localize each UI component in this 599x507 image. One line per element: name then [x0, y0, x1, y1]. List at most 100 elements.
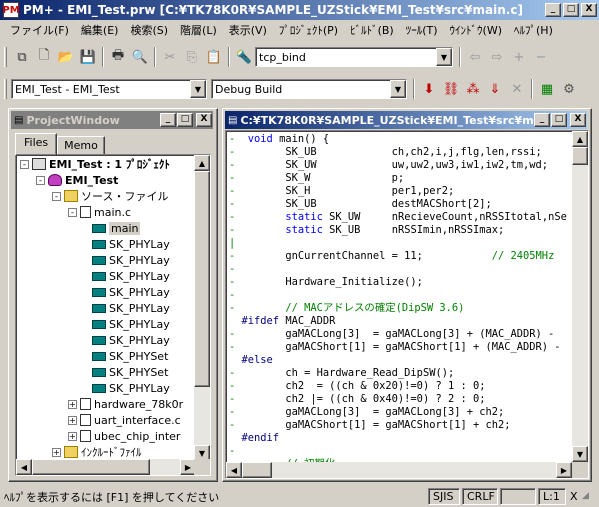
code-line[interactable]: - void main() {	[229, 133, 329, 146]
tree-item[interactable]: - main.c	[68, 204, 131, 220]
collapse-icon[interactable]: -	[20, 159, 29, 169]
code-line[interactable]: - Hardware_Initialize();	[229, 276, 423, 289]
editor-vscrollbar[interactable]: ▲ ▼	[572, 131, 588, 462]
menu-item-2[interactable]: 検索(S)	[124, 22, 174, 38]
code-line[interactable]: - ch2 |= ((ch & 0x40)!=0) ? 2 : 0;	[229, 393, 486, 406]
search-combo[interactable]: tcp_bind ▼	[255, 47, 453, 67]
tree-item[interactable]: SK_PHYLay	[92, 316, 170, 332]
project-tree[interactable]: - EMI_Test : 1 ﾌﾟﾛｼﾞｪｸﾄ - EMI_Test - ソース・ファイル…	[15, 154, 211, 476]
expand-icon[interactable]: +	[68, 431, 77, 441]
editor-maximize-button[interactable]: □	[551, 113, 567, 127]
scroll-right-icon[interactable]: ▶	[556, 462, 572, 478]
code-line[interactable]: - SK_UW uw,uw2,uw3,iw1,iw2,tm,wd;	[229, 159, 548, 172]
expand-icon[interactable]: +	[68, 399, 77, 409]
code-line[interactable]: - SK_UB ch,ch2,i,j,flg,len,rssi;	[229, 146, 542, 159]
new-file-icon[interactable]: 🗋	[33, 46, 55, 68]
compile-icon[interactable]: ⇓	[484, 78, 506, 100]
collapse-icon[interactable]: -	[36, 175, 45, 185]
code-line[interactable]: - gnCurrentChannel = 11; // 2405MHz	[229, 250, 554, 263]
tree-item[interactable]: SK_PHYLay	[92, 284, 170, 300]
tree-item[interactable]: + ｲﾝｸﾙｰﾄﾞﾌｧｲﾙ	[52, 444, 142, 460]
code-line[interactable]: - gaMACShort[1] = gaMACShort[1] + (MAC_A…	[229, 341, 561, 354]
tree-item[interactable]: SK_PHYLay	[92, 252, 170, 268]
add-icon[interactable]: +	[508, 46, 530, 68]
editor-vscroll-thumb[interactable]	[572, 147, 588, 165]
stop-build-icon[interactable]: ✕	[506, 78, 528, 100]
rebuild-icon[interactable]: ⛓	[440, 78, 462, 100]
back-icon[interactable]: ⇦	[464, 46, 486, 68]
code-line[interactable]: -	[229, 263, 248, 276]
code-line[interactable]: - SK_W p;	[229, 172, 404, 185]
code-line[interactable]: - gaMACLong[3] = gaMACLong[3] + ch2;	[229, 406, 504, 419]
close-button[interactable]: X	[581, 3, 597, 17]
chevron-down-icon[interactable]: ▼	[390, 80, 406, 98]
code-line[interactable]: #ifdef MAC_ADDR	[229, 315, 336, 328]
collapse-icon[interactable]: -	[52, 191, 61, 201]
new-project-icon[interactable]: ⧉	[11, 46, 33, 68]
build-all-icon[interactable]: ⁂	[462, 78, 484, 100]
build-combo[interactable]: Debug Build ▼	[211, 79, 407, 99]
code-line[interactable]: - SK_H per1,per2;	[229, 185, 454, 198]
save-icon[interactable]: 💾	[77, 46, 99, 68]
tab-files[interactable]: Files	[15, 133, 58, 155]
scroll-up-icon[interactable]: ▲	[572, 131, 588, 147]
scroll-down-icon[interactable]: ▼	[572, 446, 588, 462]
code-line[interactable]: -	[229, 289, 248, 302]
code-line[interactable]: |	[229, 237, 248, 250]
forward-icon[interactable]: ⇨	[486, 46, 508, 68]
settings-icon[interactable]: ⚙	[558, 78, 580, 100]
editor-close-button[interactable]: X	[570, 113, 586, 127]
code-line[interactable]: - static SK_UB nRSSImin,nRSSImax;	[229, 224, 504, 237]
tree-hscrollbar[interactable]: ◀ ▶	[16, 459, 196, 475]
tree-item[interactable]: main	[92, 220, 141, 236]
paste-icon[interactable]: 📋	[203, 46, 225, 68]
tree-item[interactable]: SK_PHYLay	[92, 236, 170, 252]
tree-item[interactable]: + hardware_78k0r	[68, 396, 183, 412]
menu-item-9[interactable]: ﾍﾙﾌﾟ(H)	[508, 22, 559, 38]
cut-icon[interactable]: ✂	[159, 46, 181, 68]
maximize-button[interactable]: □	[563, 3, 579, 17]
panel-minimize-button[interactable]: _	[160, 113, 176, 127]
editor-minimize-button[interactable]: _	[534, 113, 550, 127]
code-line[interactable]: - gaMACLong[3] = gaMACLong[3] + (MAC_ADD…	[229, 328, 554, 341]
tree-item[interactable]: - ソース・ファイル	[52, 188, 168, 204]
tree-item[interactable]: SK_PHYSet	[92, 364, 168, 380]
expand-icon[interactable]: +	[68, 415, 77, 425]
find-icon[interactable]: 🔦	[233, 46, 255, 68]
menu-item-5[interactable]: ﾌﾟﾛｼﾞｪｸﾄ(P)	[273, 22, 344, 38]
menu-item-4[interactable]: 表示(V)	[223, 22, 273, 38]
tree-item[interactable]: + ubec_chip_inter	[68, 428, 180, 444]
chevron-down-icon[interactable]: ▼	[436, 48, 452, 66]
chevron-down-icon[interactable]: ▼	[190, 80, 206, 98]
tree-vscroll-thumb[interactable]	[194, 171, 210, 387]
tree-hscroll-thumb[interactable]	[32, 459, 150, 475]
panel-maximize-button[interactable]: □	[177, 113, 193, 127]
project-combo[interactable]: EMI_Test - EMI_Test ▼	[11, 79, 207, 99]
code-line[interactable]: - static SK_UW nRecieveCount,nRSSItotal,…	[229, 211, 567, 224]
scroll-up-icon[interactable]: ▲	[194, 155, 210, 171]
editor-hscrollbar[interactable]: ◀ ▶	[226, 462, 572, 478]
code-line[interactable]: #endif	[229, 432, 280, 445]
tree-item[interactable]: SK_PHYLay	[92, 380, 170, 396]
tree-item[interactable]: - EMI_Test : 1 ﾌﾟﾛｼﾞｪｸﾄ	[20, 156, 170, 172]
collapse-icon[interactable]: -	[68, 207, 77, 217]
debugger-icon[interactable]: ▦	[536, 78, 558, 100]
tree-item[interactable]: SK_PHYLay	[92, 332, 170, 348]
remove-icon[interactable]: −	[530, 46, 552, 68]
tab-memo[interactable]: Memo	[57, 136, 105, 155]
menu-item-0[interactable]: ファイル(F)	[4, 22, 75, 38]
code-line[interactable]: #else	[229, 354, 273, 367]
panel-close-button[interactable]: X	[196, 113, 212, 127]
print-preview-icon[interactable]: 🔍	[129, 46, 151, 68]
tree-item[interactable]: SK_PHYLay	[92, 300, 170, 316]
menu-item-8[interactable]: ｳｲﾝﾄﾞｳ(W)	[444, 22, 508, 38]
scroll-left-icon[interactable]: ◀	[16, 459, 32, 475]
tree-item[interactable]: + uart_interface.c	[68, 412, 181, 428]
editor-hscroll-thumb[interactable]	[242, 462, 272, 478]
menu-item-3[interactable]: 階層(L)	[174, 22, 223, 38]
menu-item-7[interactable]: ﾂｰﾙ(T)	[400, 22, 444, 38]
tree-item[interactable]: SK_PHYLay	[92, 268, 170, 284]
code-line[interactable]: -	[229, 445, 248, 458]
resize-grip-icon[interactable]: ◢	[582, 491, 594, 503]
code-line[interactable]: - gaMACShort[1] = gaMACShort[1] + ch2;	[229, 419, 511, 432]
